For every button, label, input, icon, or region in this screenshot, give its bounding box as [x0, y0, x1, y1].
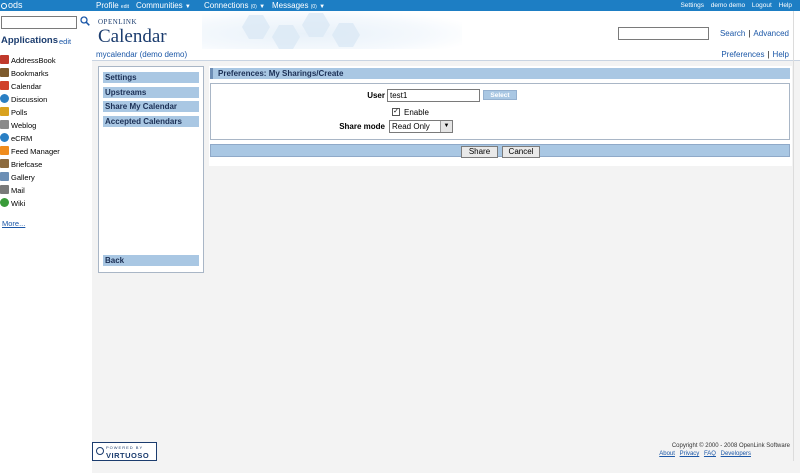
- more-apps-link[interactable]: More...: [2, 219, 25, 228]
- chevron-down-icon: ▼: [184, 4, 191, 10]
- polls-icon: [0, 107, 9, 116]
- top-navigation-bar: ods Profile edit Communities ▼ Connectio…: [0, 0, 800, 11]
- search-links: Search | Advanced: [719, 29, 789, 38]
- share-button[interactable]: Share: [461, 146, 498, 158]
- addressbook-icon: [0, 55, 9, 64]
- main-area: OPENLINK Calendar Search | Advanced mycale…: [92, 11, 800, 473]
- discussion-icon: [0, 94, 9, 103]
- preferences-menu: Settings Upstreams Share My Calendar Acc…: [98, 66, 204, 273]
- enable-checkbox[interactable]: ✓: [392, 108, 400, 116]
- enable-label: Enable: [404, 108, 429, 117]
- page-title: Calendar: [98, 26, 167, 47]
- sidebar-item-ecrm[interactable]: eCRM: [0, 133, 32, 145]
- search-icon[interactable]: [80, 16, 90, 26]
- share-mode-value: Read Only: [392, 122, 430, 131]
- ecrm-icon: [0, 133, 9, 142]
- sidebar-item-feed-manager[interactable]: Feed Manager: [0, 146, 60, 158]
- messages-menu[interactable]: Messages (0) ▼: [272, 0, 325, 11]
- share-mode-select[interactable]: Read Only ▼: [389, 120, 453, 133]
- user-label: User: [367, 91, 385, 100]
- connections-menu[interactable]: Connections (0) ▼: [204, 0, 265, 11]
- feed-icon: [0, 146, 9, 155]
- applications-title: Applications: [1, 35, 59, 46]
- applications-edit-link[interactable]: edit: [59, 37, 71, 46]
- share-mode-label: Share mode: [339, 122, 385, 131]
- sidebar-item-mail[interactable]: Mail: [0, 185, 25, 197]
- sidebar-item-discussion[interactable]: Discussion: [0, 94, 47, 106]
- calendar-icon: [0, 81, 9, 90]
- user-field[interactable]: test1: [387, 89, 480, 102]
- advanced-search-link[interactable]: Advanced: [753, 29, 789, 38]
- sidebar-item-wiki[interactable]: Wiki: [0, 198, 25, 210]
- about-link[interactable]: About: [659, 451, 675, 457]
- scrollbar-edge: [793, 11, 794, 461]
- form-button-bar: Share Cancel: [210, 144, 790, 158]
- select-user-button[interactable]: Select: [483, 90, 517, 100]
- brand-openlink: OPENLINK: [98, 18, 137, 26]
- settings-link[interactable]: Settings: [680, 2, 704, 9]
- search-input[interactable]: [618, 27, 709, 40]
- wiki-icon: [0, 198, 9, 207]
- menu-item-accepted-calendars[interactable]: Accepted Calendars: [103, 116, 199, 127]
- weblog-icon: [0, 120, 9, 129]
- sidebar-item-briefcase[interactable]: Briefcase: [0, 159, 42, 171]
- chevron-down-icon: ▼: [319, 4, 326, 10]
- menu-item-upstreams[interactable]: Upstreams: [103, 87, 199, 98]
- logout-link[interactable]: Logout: [752, 2, 772, 9]
- sharing-form: User test1 Select ✓ Enable Share mode Re…: [210, 83, 790, 140]
- bookmarks-icon: [0, 68, 9, 77]
- sidebar-item-addressbook[interactable]: AddressBook: [0, 55, 56, 67]
- briefcase-icon: [0, 159, 9, 168]
- back-button[interactable]: Back: [103, 255, 199, 266]
- virtuoso-logo[interactable]: POWERED BY VIRTUOSO: [92, 442, 157, 461]
- sharing-form-panel: Preferences: My Sharings/Create User tes…: [209, 66, 792, 166]
- user-link[interactable]: demo demo: [711, 2, 745, 9]
- search-link[interactable]: Search: [720, 29, 745, 38]
- preferences-link[interactable]: Preferences: [721, 50, 764, 59]
- mail-icon: [0, 185, 9, 194]
- sidebar-item-weblog[interactable]: Weblog: [0, 120, 36, 132]
- top-right-links: Settings demo demo Logout Help: [675, 0, 792, 11]
- sidebar-search-input[interactable]: [1, 16, 77, 29]
- gallery-icon: [0, 172, 9, 181]
- ods-logo[interactable]: ods: [1, 0, 31, 11]
- faq-link[interactable]: FAQ: [704, 451, 716, 457]
- copyright-text: Copyright © 2000 - 2008 OpenLink Softwar…: [671, 443, 790, 449]
- applications-sidebar: Applications edit AddressBook Bookmarks …: [0, 11, 92, 473]
- breadcrumb-bar: mycalendar (demo demo) Preferences | Help: [92, 49, 800, 61]
- menu-item-settings[interactable]: Settings: [103, 72, 199, 83]
- app-header: OPENLINK Calendar Search | Advanced: [92, 11, 800, 49]
- chevron-down-icon: ▼: [259, 4, 266, 10]
- help-link[interactable]: Help: [773, 50, 789, 59]
- profile-menu[interactable]: Profile edit: [96, 0, 129, 11]
- sidebar-item-gallery[interactable]: Gallery: [0, 172, 35, 184]
- menu-item-share-my-calendar[interactable]: Share My Calendar: [103, 101, 199, 112]
- sidebar-item-calendar[interactable]: Calendar: [0, 81, 41, 93]
- chevron-down-icon: ▼: [440, 121, 452, 132]
- footer-links: About Privacy FAQ Developers: [656, 451, 751, 457]
- footer: POWERED BY VIRTUOSO Copyright © 2000 - 2…: [92, 441, 800, 473]
- developers-link[interactable]: Developers: [721, 451, 751, 457]
- breadcrumb[interactable]: mycalendar (demo demo): [96, 50, 187, 59]
- sidebar-item-polls[interactable]: Polls: [0, 107, 27, 119]
- communities-menu[interactable]: Communities ▼: [136, 0, 191, 11]
- cancel-button[interactable]: Cancel: [502, 146, 540, 158]
- help-link[interactable]: Help: [779, 2, 792, 9]
- privacy-link[interactable]: Privacy: [680, 451, 700, 457]
- form-title: Preferences: My Sharings/Create: [210, 68, 790, 79]
- header-decoration: [202, 11, 462, 49]
- preferences-links: Preferences | Help: [721, 50, 789, 59]
- sidebar-item-bookmarks[interactable]: Bookmarks: [0, 68, 49, 80]
